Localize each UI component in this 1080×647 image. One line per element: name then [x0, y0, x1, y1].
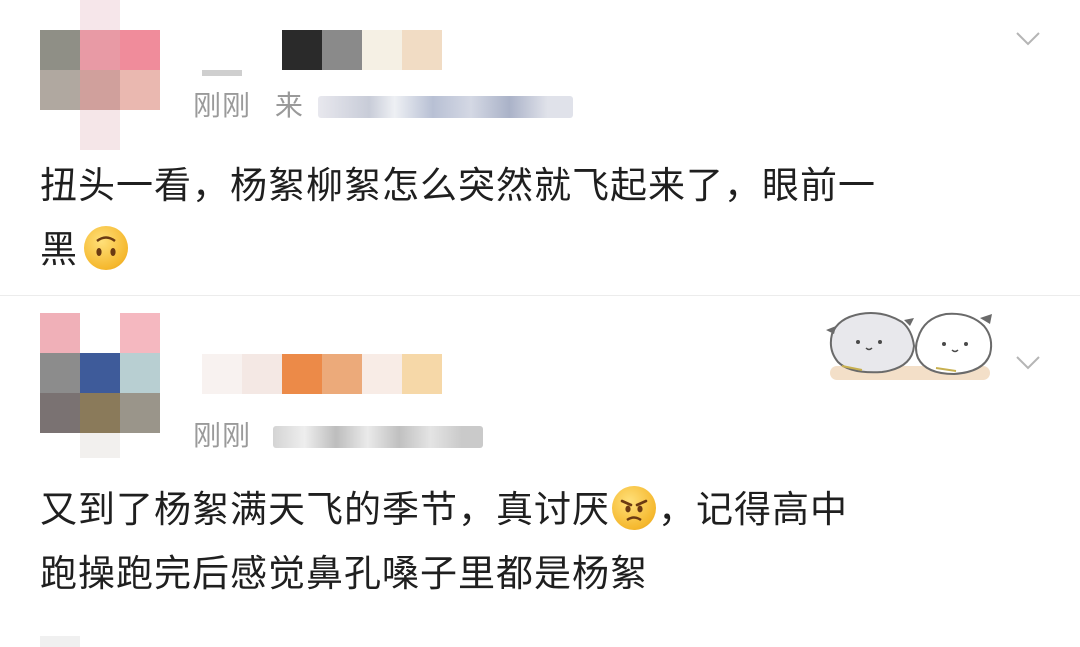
avatar-pixel	[40, 70, 80, 110]
source-device	[272, 426, 483, 448]
avatar-pixel	[120, 70, 160, 110]
username-pixel	[202, 70, 242, 76]
avatar-pixel	[120, 30, 160, 70]
angry-face-icon	[612, 486, 656, 530]
avatar-pixel	[80, 353, 120, 393]
timestamp: 刚刚	[193, 419, 252, 452]
chevron-down-icon[interactable]	[1015, 25, 1041, 51]
comment-meta: 刚刚	[193, 414, 483, 454]
upside-down-face-icon	[84, 226, 128, 270]
username-pixel	[282, 30, 322, 70]
username-pixel	[322, 30, 362, 70]
avatar-pixel	[120, 313, 160, 353]
cute-blobs-sticker	[826, 312, 993, 380]
avatar-pixel	[80, 30, 120, 70]
avatar-pixel	[80, 313, 120, 353]
comment-text-line: 黑	[40, 218, 876, 282]
comment-text-segment: 黑	[40, 228, 78, 271]
avatar-pixel	[40, 353, 80, 393]
avatar-pixel	[40, 393, 80, 433]
timestamp: 刚刚	[193, 89, 252, 122]
comment-text: 又到了杨絮满天飞的季节，真讨厌 ，记得高中 跑操跑完后感觉鼻孔嗓子里都是杨絮	[40, 478, 848, 606]
avatar[interactable]	[40, 313, 160, 433]
comment-item: 刚刚 来 扭头一看，杨絮柳絮怎么突然就飞起来了，眼前一 黑	[0, 0, 1080, 295]
avatar-pixel	[80, 433, 120, 458]
comment-item: 刚刚 又到了杨絮满天飞的季节，真讨厌 ，记得高中 跑操跑完后感觉鼻孔嗓子里都是杨…	[0, 296, 1080, 647]
username-pixel	[402, 30, 442, 70]
avatar-pixel	[120, 353, 160, 393]
comment-text-line: 扭头一看，杨絮柳絮怎么突然就飞起来了，眼前一	[40, 164, 876, 207]
avatar-pixel	[80, 0, 120, 30]
avatar-pixel	[120, 393, 160, 433]
username-pixel	[402, 354, 442, 394]
avatar-pixel	[40, 30, 80, 70]
avatar-pixel	[120, 110, 160, 150]
avatar-pixel	[80, 393, 120, 433]
username[interactable]	[282, 30, 442, 70]
avatar-pixel	[80, 70, 120, 110]
username-pixel	[202, 354, 242, 394]
comment-text-segment: ，记得高中	[658, 488, 848, 531]
source-device	[317, 96, 573, 118]
comment-text-line: 跑操跑完后感觉鼻孔嗓子里都是杨絮	[40, 552, 648, 595]
avatar-pixel	[40, 110, 80, 150]
username-pixel	[362, 30, 402, 70]
username-pixel	[322, 354, 362, 394]
next-avatar-peek	[40, 636, 80, 647]
comment-meta: 刚刚 来	[193, 84, 573, 124]
username[interactable]	[202, 354, 442, 394]
avatar-pixel	[40, 313, 80, 353]
source-label: 来	[274, 89, 304, 122]
username-pixel	[242, 354, 282, 394]
comment-text-segment: 又到了杨絮满天飞的季节，真讨厌	[40, 488, 610, 531]
chevron-down-icon[interactable]	[1015, 349, 1041, 375]
avatar-pixel	[80, 110, 120, 150]
avatar[interactable]	[40, 30, 160, 150]
comment-text-line: 又到了杨絮满天飞的季节，真讨厌 ，记得高中	[40, 478, 848, 542]
username-pixel	[282, 354, 322, 394]
comment-text: 扭头一看，杨絮柳絮怎么突然就飞起来了，眼前一 黑	[40, 154, 876, 282]
username-pixel	[362, 354, 402, 394]
